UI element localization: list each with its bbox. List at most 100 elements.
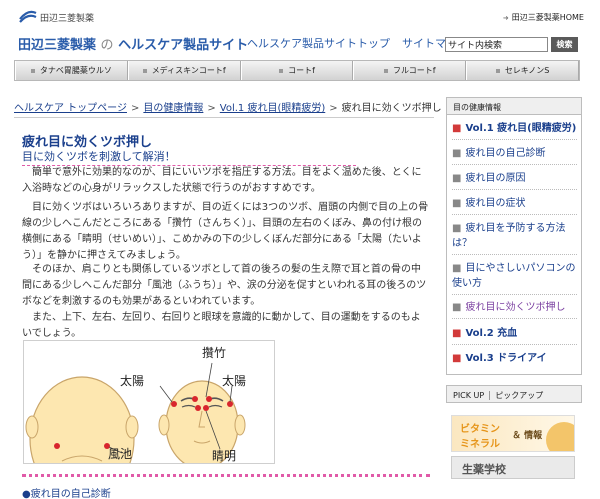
square-bullet-icon: ■ (452, 328, 462, 339)
tab-label: セレキノンS (504, 66, 550, 75)
square-bullet-icon: ■ (452, 353, 462, 364)
sidebar-item-label: Vol.3 ドライアイ (465, 353, 547, 364)
banner-herbal-school[interactable]: 生薬学校 (451, 456, 575, 479)
tab-mediskin-coat[interactable]: メディスキンコートf (127, 61, 241, 80)
sidebar-item-label: 疲れ目を予防する方法は？ (452, 223, 566, 249)
sidebar-divider (452, 189, 577, 190)
pickup-heading-en: PICK UP (453, 391, 485, 400)
breadcrumb-separator: > (130, 103, 140, 114)
label-seimei: 睛明 (212, 449, 237, 463)
acupoint-fuchi-left-dot (54, 443, 60, 449)
label-taiyo-left: 太陽 (120, 374, 145, 388)
sidebar-item-vol2[interactable]: ■ Vol.2 充血 (452, 326, 577, 341)
square-bullet-icon (383, 68, 388, 73)
square-bullet-icon (30, 68, 35, 73)
ear-front-right-shape (234, 414, 246, 436)
square-bullet-icon: ■ (452, 223, 462, 234)
acupoint-illustration: 太陽 風池 攢竹 太陽 睛明 (23, 340, 275, 464)
acupoint-sanchiku-right-dot (206, 396, 212, 402)
site-title-company: 田辺三菱製薬 (18, 38, 97, 53)
sidebar-item-label: 疲れ目に効くツボ押し (465, 302, 566, 313)
sidebar-item-vol1[interactable]: ■ Vol.1 疲れ目(眼精疲労) (452, 121, 577, 136)
top-bar: 田辺三菱製薬 ➜ 田辺三菱製薬HOME (0, 0, 600, 30)
breadcrumb-eye-health[interactable]: 目の健康情報 (143, 103, 203, 114)
breadcrumb-healthcare-top[interactable]: ヘルスケア トップページ (14, 103, 127, 114)
sidebar-divider (452, 139, 577, 140)
ear-right-shape (125, 415, 139, 439)
square-bullet-icon: ■ (452, 302, 462, 313)
sidebar-item-label: Vol.1 疲れ目(眼精疲労) (465, 123, 577, 134)
tab-label: フルコートf (392, 66, 436, 75)
sidebar-heading: 目の健康情報 (446, 97, 582, 115)
triangle-bullet-icon: ■ (452, 123, 462, 134)
square-bullet-icon: ■ (452, 148, 462, 159)
link-self-diagnosis[interactable]: ●疲れ目の自己診断 (22, 485, 111, 499)
company-logo-icon (19, 10, 37, 23)
acupoint-sanchiku-left-dot (192, 396, 198, 402)
site-title[interactable]: 田辺三菱製薬 の ヘルスケア製品サイト (18, 34, 248, 53)
sidebar-item-pc-usage[interactable]: ■ 目にやさしいパソコンの使い方 (452, 261, 577, 291)
tab-ursos[interactable]: タナベ胃腸薬ウルソ (15, 61, 128, 80)
square-bullet-icon: ■ (452, 173, 462, 184)
breadcrumb-divider (14, 117, 434, 118)
corporate-home-link[interactable]: ➜ 田辺三菱製薬HOME (503, 12, 584, 23)
sidebar-divider (452, 294, 577, 295)
breadcrumb-current: 疲れ目に効くツボ押し (341, 103, 442, 114)
nav-healthcare-top[interactable]: ヘルスケア製品サイトトップ (247, 37, 390, 50)
tab-serekinon-s[interactable]: セレキノンS (466, 61, 579, 80)
banner-vitamin-line2: ミネラル (460, 439, 500, 450)
sidebar-item-self-diagnosis[interactable]: ■ 疲れ目の自己診断 (452, 146, 577, 161)
article-paragraph: そのほか、肩こりとも関係しているツボとして首の後ろの髪の生え際で耳と首の骨の中間… (22, 264, 427, 307)
pickup-heading-ja: ピックアップ (495, 391, 544, 400)
sidebar-item-label: 疲れ目の自己診断 (465, 148, 546, 159)
sidebar-item-vol3[interactable]: ■ Vol.3 ドライアイ (452, 351, 577, 366)
breadcrumb-separator: > (329, 103, 338, 114)
sidebar-item-causes[interactable]: ■ 疲れ目の原因 (452, 171, 577, 186)
acupoint-seimei-left-dot (195, 405, 201, 411)
search-input[interactable] (445, 37, 548, 52)
breadcrumb-separator: > (207, 103, 216, 114)
sidebar-item-label: 疲れ目の原因 (465, 173, 526, 184)
sidebar-item-prevention[interactable]: ■ 疲れ目を予防する方法は？ (452, 221, 577, 251)
arrow-right-icon: ➜ (502, 14, 509, 22)
tab-coat-f[interactable]: コートf (240, 61, 354, 80)
home-link-label: 田辺三菱製薬HOME (511, 13, 584, 22)
article-paragraph: 簡単で意外に効果的なのが、目にいいツボを指圧する方法。目をよく温めた後、とくに入… (22, 167, 422, 194)
sidebar-item-symptoms[interactable]: ■ 疲れ目の症状 (452, 196, 577, 211)
sidebar-item-label: Vol.2 充血 (465, 328, 518, 339)
search-button[interactable]: 検索 (551, 37, 578, 52)
banner-vitamin-line3: ＆ 情報 (512, 431, 543, 441)
acupoint-drawing (25, 362, 246, 463)
tab-label: タナベ胃腸薬ウルソ (39, 66, 112, 75)
square-bullet-icon: ■ (452, 263, 462, 274)
product-tabs: タナベ胃腸薬ウルソ メディスキンコートf コートf フルコートf セレキノンS (14, 60, 580, 81)
breadcrumb-vol1[interactable]: Vol.1 疲れ目(眼精疲労) (220, 103, 325, 114)
section-divider (22, 474, 430, 477)
leader-line-taiyo-left (159, 385, 173, 403)
ear-front-left-shape (158, 414, 170, 436)
site-title-rest: ヘルスケア製品サイト (118, 38, 249, 53)
sidebar-divider (452, 254, 577, 255)
label-sanchiku: 攢竹 (202, 346, 227, 360)
lemon-icon (546, 422, 574, 451)
sidebar-divider (452, 344, 577, 345)
sidebar-divider (452, 214, 577, 215)
banner-vitamin-mineral[interactable]: ビタミン ミネラル ＆ 情報 (451, 415, 575, 452)
acupoint-seimei-right-dot (203, 405, 209, 411)
company-name: 田辺三菱製薬 (40, 14, 95, 24)
tab-label: コートf (288, 66, 315, 75)
banner-vitamin-line1: ビタミン (460, 424, 500, 435)
sidebar-divider (452, 318, 577, 319)
tab-full-coat-f[interactable]: フルコートf (353, 61, 467, 80)
square-bullet-icon (279, 68, 284, 73)
pickup-heading: PICK UP ピックアップ (446, 385, 582, 403)
pickup-heading-divider (489, 391, 491, 400)
square-bullet-icon (142, 68, 147, 73)
label-taiyo-right: 太陽 (222, 374, 247, 388)
article-paragraph: また、上下、左右、左回り、右回りと眼球を意識的に動かして、目の運動をするのもよい… (22, 312, 421, 339)
ear-left-shape (25, 415, 39, 439)
page-subtitle: 目に効くツボを刺激して解消！ (22, 148, 356, 166)
sidebar-item-acupressure[interactable]: ■ 疲れ目に効くツボ押し (452, 300, 577, 315)
square-bullet-icon: ■ (452, 198, 462, 209)
sidebar-item-label: 目にやさしいパソコンの使い方 (452, 263, 576, 289)
